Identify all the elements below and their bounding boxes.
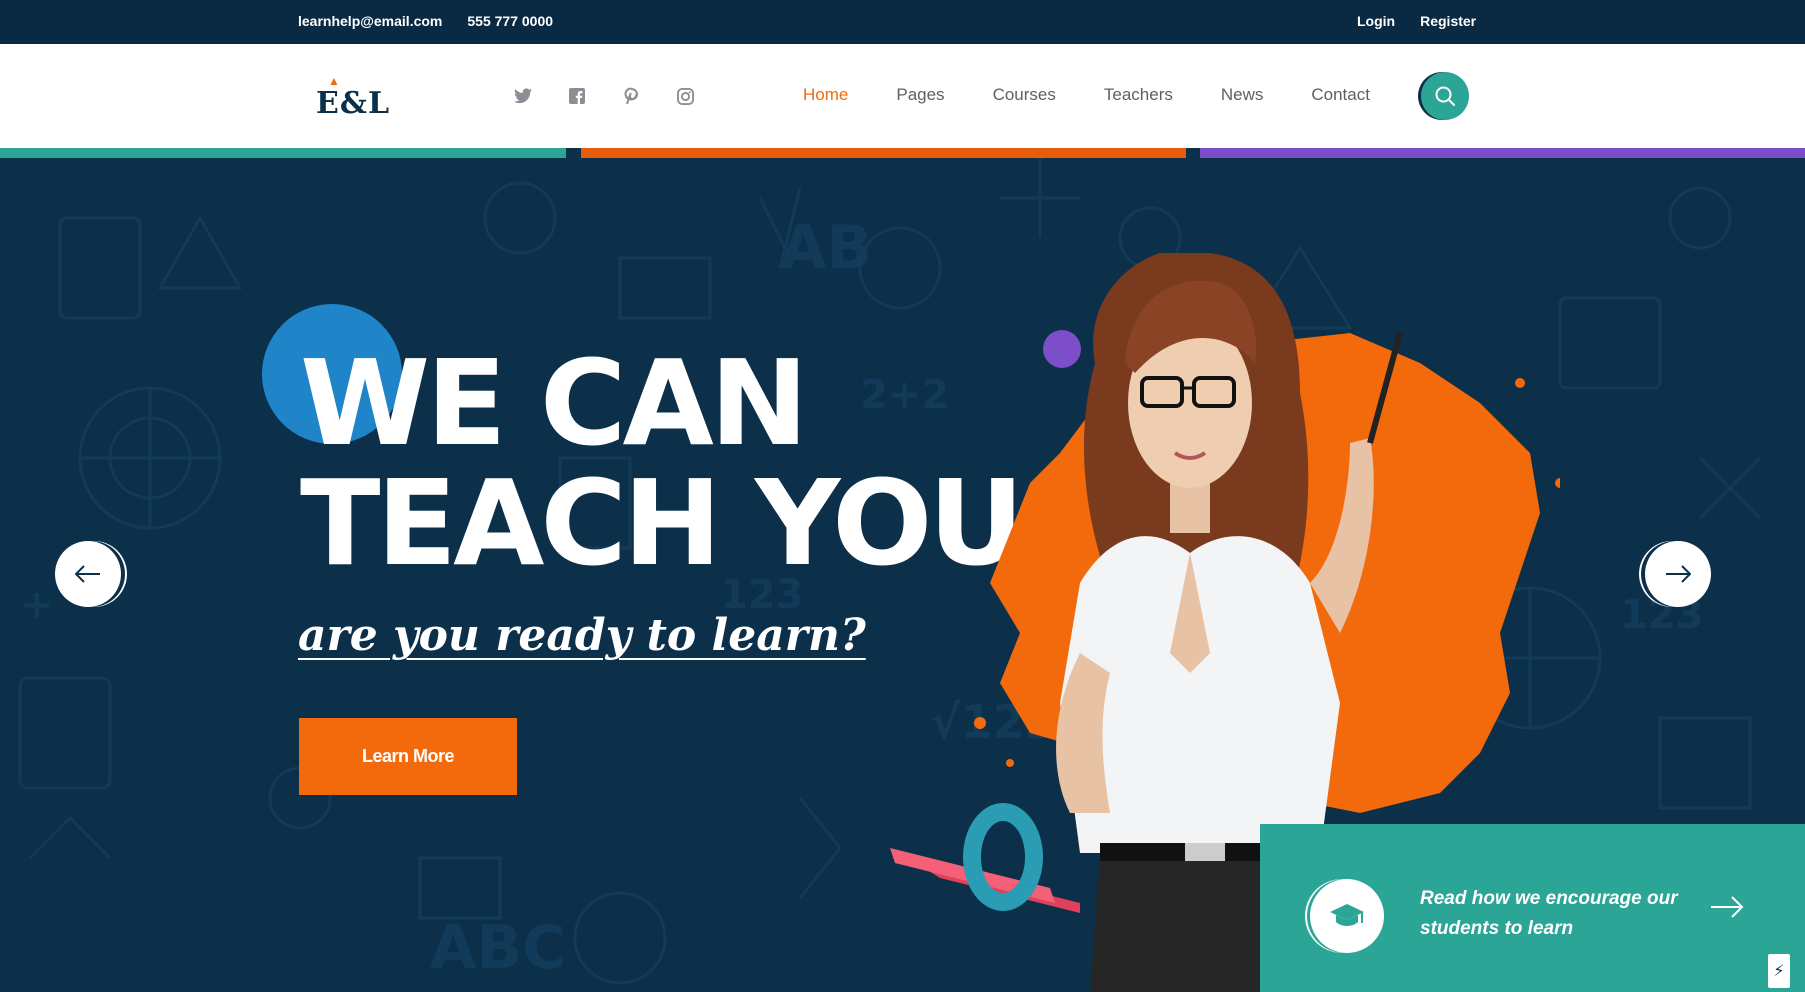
site-logo[interactable]: ▲ E&L bbox=[316, 74, 389, 124]
instagram-icon[interactable] bbox=[675, 86, 695, 106]
svg-text:+: + bbox=[20, 582, 54, 628]
accent-strip-purple bbox=[1200, 148, 1805, 158]
register-link[interactable]: Register bbox=[1420, 13, 1476, 29]
lightning-icon[interactable]: ⚡ bbox=[1768, 954, 1790, 988]
pinterest-icon[interactable] bbox=[621, 86, 641, 106]
nav-courses[interactable]: Courses bbox=[993, 85, 1056, 105]
arrow-right-icon bbox=[1666, 565, 1691, 583]
promo-badge bbox=[1310, 879, 1384, 953]
decor-teal-ring bbox=[963, 803, 1043, 911]
arrow-left-icon bbox=[75, 565, 100, 583]
contact-phone[interactable]: 555 777 0000 bbox=[467, 13, 553, 29]
promo-text: Read how we encourage our students to le… bbox=[1420, 888, 1678, 939]
topbar-contact: learnhelp@email.com 555 777 0000 bbox=[298, 13, 553, 29]
hero-slider: AB 2+2 123 ABC 123 A + √123 WE CAN TEACH… bbox=[0, 158, 1805, 992]
promo-panel[interactable]: Read how we encourage our students to le… bbox=[1260, 824, 1805, 992]
logo-text: E&L bbox=[316, 86, 391, 121]
svg-text:AB: AB bbox=[780, 213, 872, 283]
topbar-auth: Login Register bbox=[1357, 13, 1476, 29]
graduation-cap-icon bbox=[1330, 904, 1364, 926]
svg-text:ABC: ABC bbox=[430, 913, 566, 983]
login-link[interactable]: Login bbox=[1357, 13, 1395, 29]
learn-more-button[interactable]: Learn More bbox=[299, 718, 517, 795]
nav-pages[interactable]: Pages bbox=[896, 85, 944, 105]
hero-tagline: are you ready to learn? bbox=[298, 610, 866, 661]
top-bar: learnhelp@email.com 555 777 0000 Login R… bbox=[0, 0, 1805, 44]
nav-home[interactable]: Home bbox=[803, 85, 848, 105]
nav-teachers[interactable]: Teachers bbox=[1104, 85, 1173, 105]
slider-prev-button[interactable] bbox=[55, 541, 121, 607]
nav-news[interactable]: News bbox=[1221, 85, 1264, 105]
search-button[interactable] bbox=[1421, 72, 1469, 120]
facebook-icon[interactable] bbox=[567, 86, 587, 106]
search-icon bbox=[1435, 86, 1455, 106]
slider-next-button[interactable] bbox=[1645, 541, 1711, 607]
twitter-icon[interactable] bbox=[513, 86, 533, 106]
site-header: ▲ E&L Home Pages Courses Teachers News C… bbox=[0, 44, 1805, 148]
arrow-right-icon[interactable] bbox=[1710, 896, 1744, 918]
accent-strip-teal bbox=[0, 148, 566, 158]
main-nav: Home Pages Courses Teachers News Contact bbox=[803, 85, 1370, 105]
nav-contact[interactable]: Contact bbox=[1311, 85, 1370, 105]
accent-strip-orange bbox=[581, 148, 1186, 158]
social-links bbox=[513, 86, 695, 106]
contact-email[interactable]: learnhelp@email.com bbox=[298, 13, 442, 29]
